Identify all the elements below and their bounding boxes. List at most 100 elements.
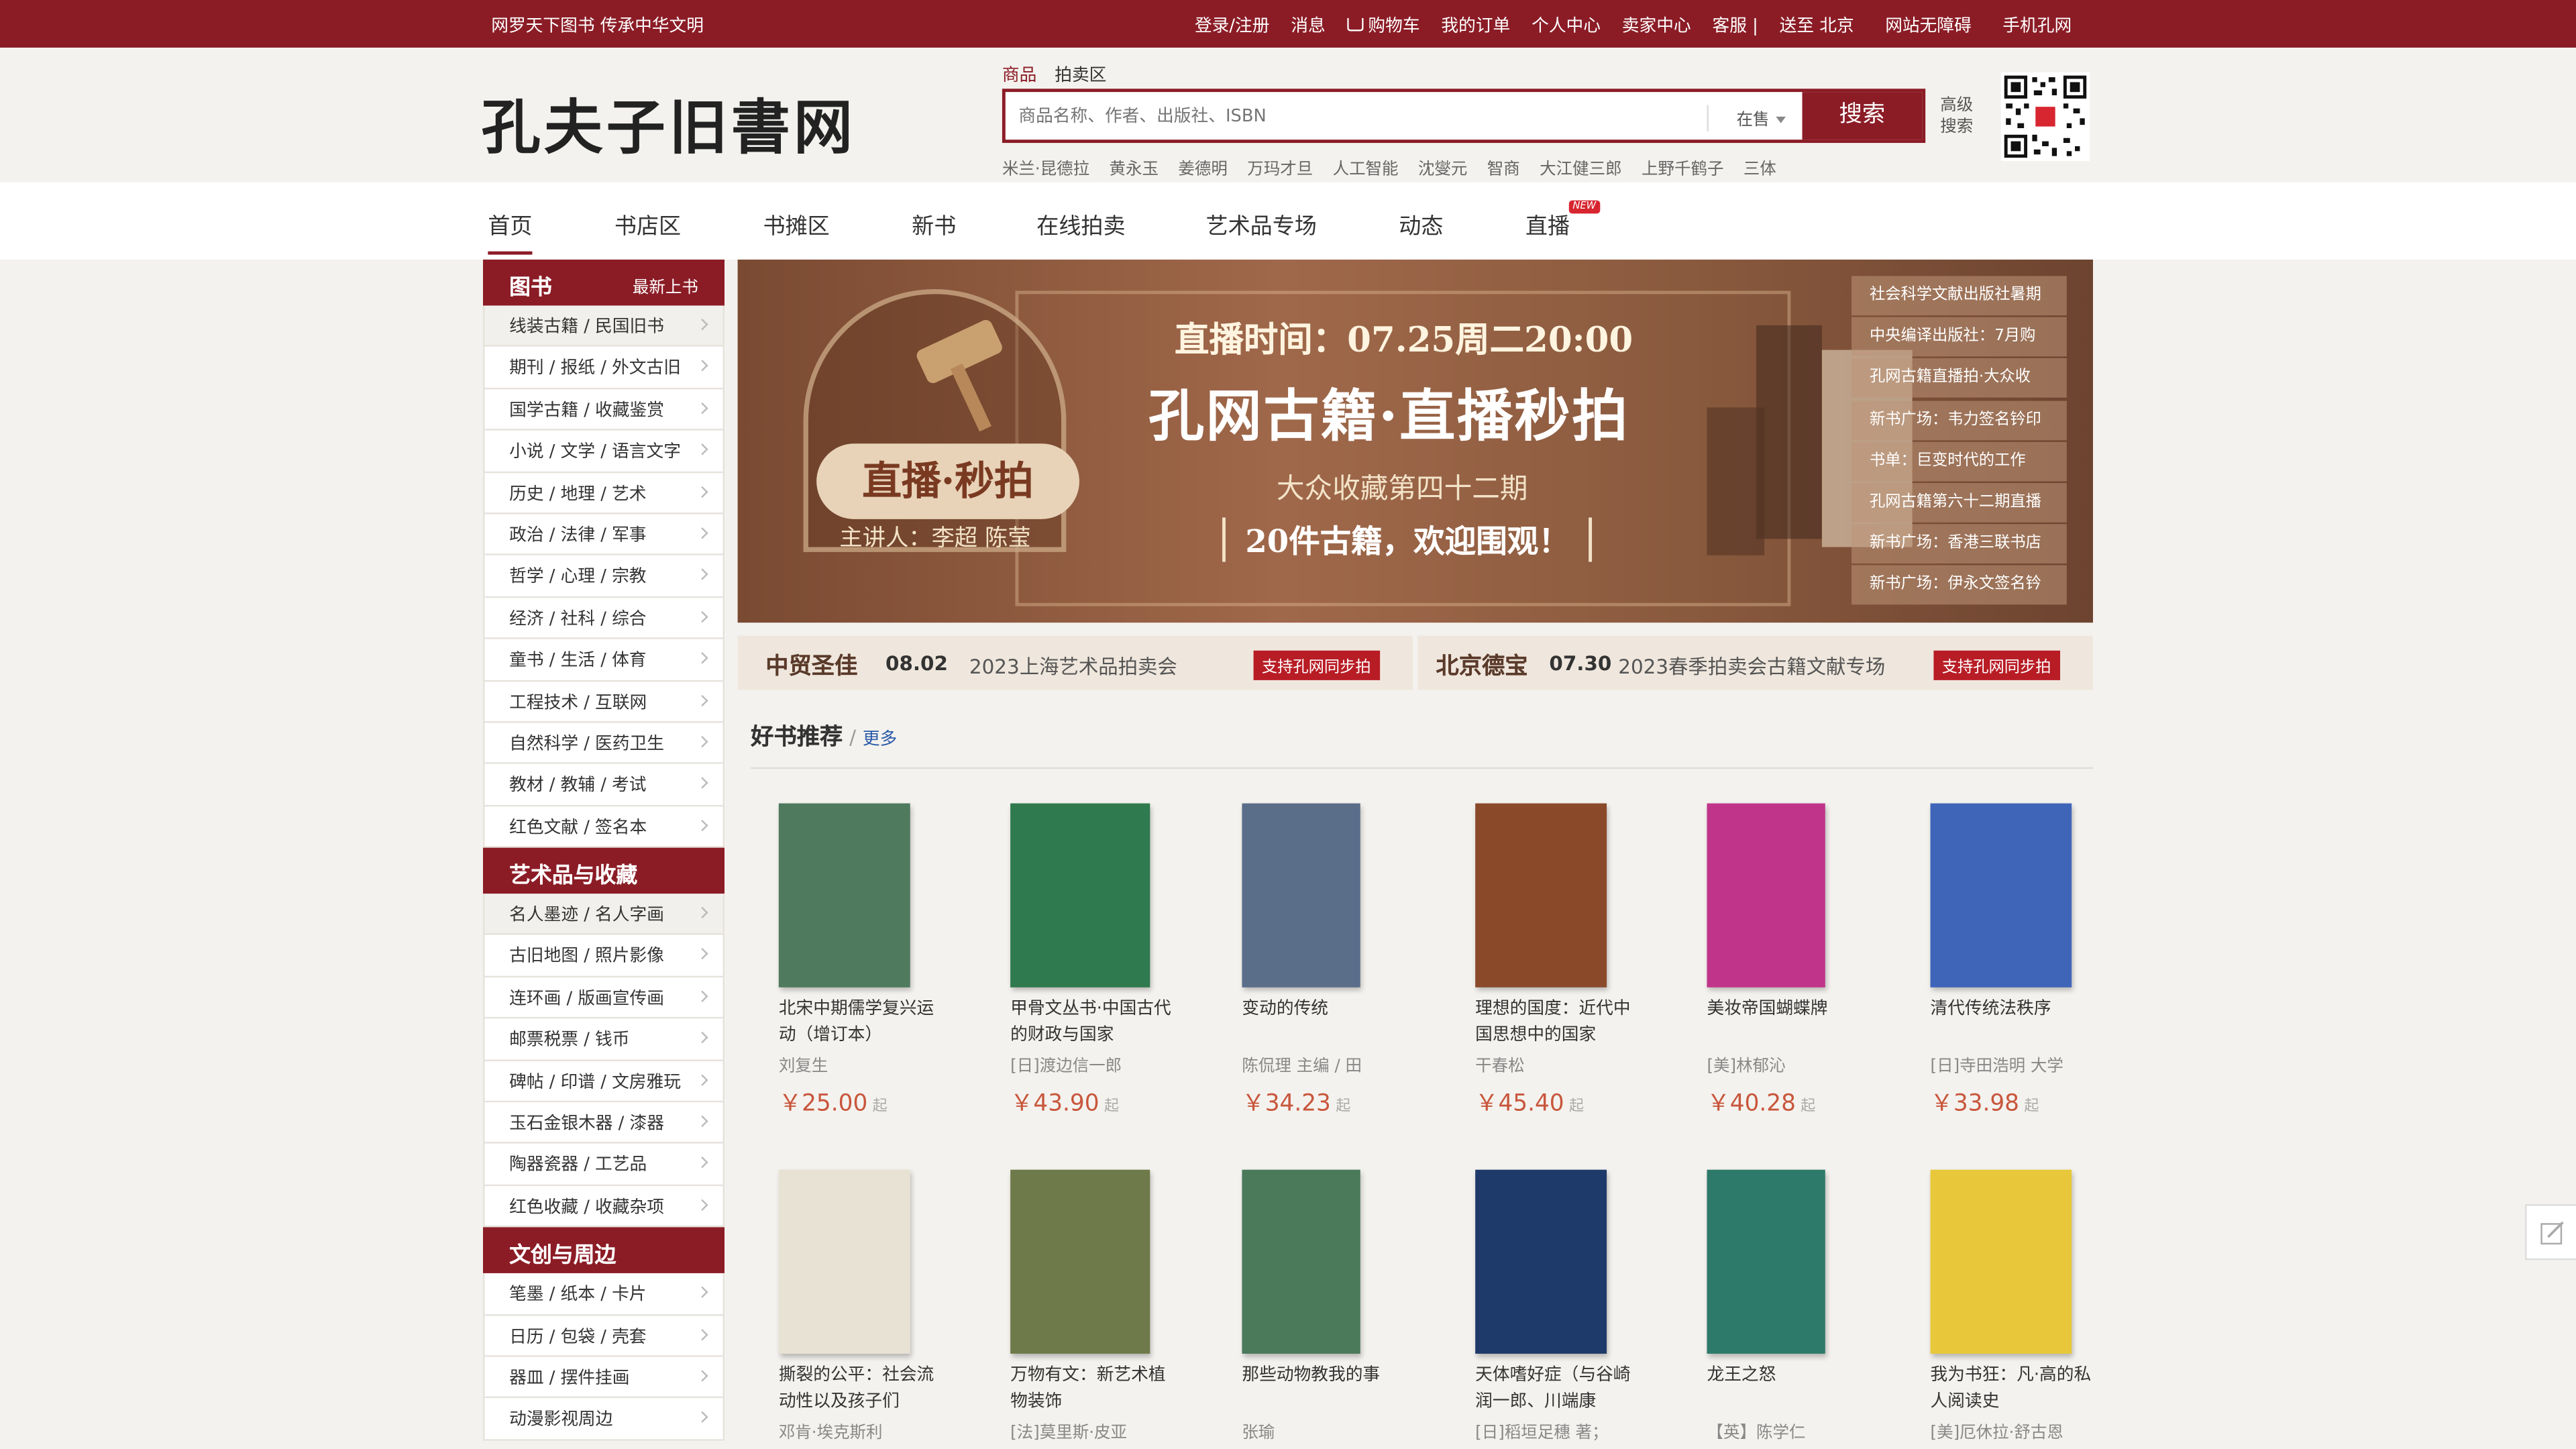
cart-link[interactable]: 购物车 [1346,13,1420,38]
book-title[interactable]: 理想的国度：近代中国思想中的国家 [1475,996,1640,1048]
orders-link[interactable]: 我的订单 [1441,13,1510,38]
banner-news-item[interactable]: 新书广场：香港三联书店 [1851,524,2067,564]
site-logo[interactable]: 孔夫子旧書网 [482,80,856,166]
messages-link[interactable]: 消息 [1291,13,1325,38]
book-title[interactable]: 我为书狂：凡·高的私人阅读史 [1931,1362,2095,1414]
hot-keyword[interactable]: 万玛才旦 [1247,154,1313,179]
nav-home[interactable]: 首页 [488,207,533,255]
banner-news-item[interactable]: 社会科学文献出版社暑期 [1851,276,2067,316]
sidebar-item[interactable]: 期刊 / 报纸 / 外文古旧 [483,347,725,389]
accessibility-link[interactable]: 网站无障碍 [1885,13,1972,38]
live-banner[interactable]: 直播·秒拍 主讲人：李超 陈莹 直播时间：07.25周二20:00 孔网古籍·直… [737,259,2094,623]
book-cover[interactable] [778,803,910,987]
banner-news-item[interactable]: 孔网古籍第六十二期直播 [1851,482,2067,523]
book-title[interactable]: 北宋中期儒学复兴运动（增订本） [779,996,943,1048]
sidebar-item[interactable]: 邮票税票 / 钱币 [483,1018,725,1061]
book-title[interactable]: 龙王之怒 [1707,1362,1871,1388]
sidebar-item[interactable]: 玉石金银木器 / 漆器 [483,1102,725,1144]
hot-keyword[interactable]: 姜德明 [1178,154,1227,179]
book-title[interactable]: 美妆帝国蝴蝶牌 [1707,996,1871,1022]
book-cover[interactable] [1010,803,1150,987]
book-title[interactable]: 清代传统法秩序 [1931,996,2095,1022]
deliver-to[interactable]: 送至 北京 [1780,13,1854,38]
sidebar-item[interactable]: 经济 / 社科 / 综合 [483,597,725,639]
sidebar-item[interactable]: 碑帖 / 印谱 / 文房雅玩 [483,1061,725,1103]
sidebar-item[interactable]: 陶器瓷器 / 工艺品 [483,1144,725,1186]
book-cover[interactable] [1475,803,1607,987]
book-title[interactable]: 那些动物教我的事 [1242,1362,1406,1388]
book-title[interactable]: 变动的传统 [1242,996,1406,1022]
sidebar-item[interactable]: 名人墨迹 / 名人字画 [483,894,725,936]
search-tab-auction[interactable]: 拍卖区 [1055,62,1106,87]
search-input[interactable] [1018,101,1701,131]
sidebar-item[interactable]: 历史 / 地理 / 艺术 [483,472,725,515]
book-title[interactable]: 撕裂的公平：社会流动性以及孩子们 [779,1362,943,1414]
nav-auction[interactable]: 在线拍卖 [1036,207,1125,255]
nav-news[interactable]: 动态 [1399,207,1443,255]
banner-news-item[interactable]: 中央编译出版社：7月购 [1851,317,2067,357]
sidebar-item[interactable]: 红色文献 / 签名本 [483,806,725,848]
hot-keyword[interactable]: 黄永玉 [1110,154,1159,179]
sidebar-item[interactable]: 工程技术 / 互联网 [483,681,725,723]
sidebar-item[interactable]: 笔墨 / 纸本 / 卡片 [483,1273,725,1316]
sidebar-section-header[interactable]: 艺术品与收藏 [483,847,725,894]
seller-center-link[interactable]: 卖家中心 [1622,13,1691,38]
hot-keyword[interactable]: 米兰·昆德拉 [1002,154,1089,179]
sidebar-item[interactable]: 动漫影视周边 [483,1399,725,1441]
book-cover[interactable] [1707,803,1825,987]
sidebar-item[interactable]: 小说 / 文学 / 语言文字 [483,431,725,473]
sidebar-item[interactable]: 红色收藏 / 收藏杂项 [483,1185,725,1228]
sidebar-item[interactable]: 国学古籍 / 收藏鉴赏 [483,388,725,431]
sidebar-section-header[interactable]: 文创与周边 [483,1227,725,1274]
banner-news-item[interactable]: 新书广场：伊永文签名钤 [1851,566,2067,605]
sidebar-item[interactable]: 教材 / 教辅 / 考试 [483,764,725,806]
banner-news-item[interactable]: 书单：巨变时代的工作 [1851,441,2067,481]
banner-news-item[interactable]: 孔网古籍直播拍·大众收 [1851,358,2067,398]
book-cover[interactable] [1930,1169,2072,1354]
sidebar-item[interactable]: 日历 / 包袋 / 壳套 [483,1315,725,1357]
hot-keyword[interactable]: 三体 [1743,154,1776,179]
more-link[interactable]: 更多 [863,729,897,749]
hot-keyword[interactable]: 上野千鹤子 [1642,154,1723,179]
hot-keyword[interactable]: 大江健三郎 [1540,154,1621,179]
book-title[interactable]: 甲骨文丛书·中国古代的财政与国家 [1010,996,1175,1048]
sidebar-item[interactable]: 童书 / 生活 / 体育 [483,639,725,682]
feedback-button[interactable] [2525,1204,2576,1260]
book-cover[interactable] [1707,1169,1825,1354]
sidebar-item[interactable]: 古旧地图 / 照片影像 [483,935,725,977]
nav-stalls[interactable]: 书摊区 [763,207,830,255]
mobile-link[interactable]: 手机孔网 [2002,13,2072,38]
search-tab-goods[interactable]: 商品 [1002,62,1036,87]
nav-live[interactable]: 直播 NEW [1525,200,1600,255]
hot-keyword[interactable]: 智商 [1487,154,1520,179]
book-cover[interactable] [1242,1169,1360,1354]
account-link[interactable]: 个人中心 [1532,13,1601,38]
nav-art[interactable]: 艺术品专场 [1206,207,1317,255]
book-title[interactable]: 万物有文：新艺术植物装饰 [1010,1362,1175,1414]
advanced-search-link[interactable]: 高级搜索 [1940,95,1980,138]
sidebar-item[interactable]: 政治 / 法律 / 军事 [483,514,725,556]
book-cover[interactable] [1930,803,2072,987]
sidebar-item[interactable]: 器皿 / 摆件挂画 [483,1356,725,1399]
sidebar-item[interactable]: 线装古籍 / 民国旧书 [483,305,725,347]
banner-news-item[interactable]: 新书广场：韦力签名钤印 [1851,400,2067,440]
sidebar-section-header[interactable]: 图书 最新上书 [483,259,725,306]
hot-keyword[interactable]: 人工智能 [1333,154,1399,179]
search-button[interactable]: 搜索 [1802,92,1923,140]
service-link[interactable]: 客服 | [1712,13,1758,38]
book-cover[interactable] [1010,1169,1150,1354]
auction-strip[interactable]: 北京德宝 07.30 2023春季拍卖会古籍文献专场 支持孔网同步拍 [1417,635,2094,690]
sidebar-item[interactable]: 自然科学 / 医药卫生 [483,722,725,765]
auction-strip[interactable]: 中贸圣佳 08.02 2023上海艺术品拍卖会 支持孔网同步拍 [737,635,1413,690]
latest-books-link[interactable]: 最新上书 [633,273,698,297]
book-title[interactable]: 天体嗜好症（与谷崎润一郎、川端康 [1475,1362,1640,1414]
nav-bookstores[interactable]: 书店区 [614,207,681,255]
hot-keyword[interactable]: 沈燮元 [1418,154,1467,179]
nav-new-books[interactable]: 新书 [912,207,956,255]
sidebar-item[interactable]: 连环画 / 版画宣传画 [483,977,725,1019]
book-cover[interactable] [1242,803,1360,987]
search-scope-select[interactable]: 在售 [1707,105,1805,131]
login-link[interactable]: 登录/注册 [1195,13,1270,38]
sidebar-item[interactable]: 哲学 / 心理 / 宗教 [483,555,725,598]
book-cover[interactable] [778,1169,910,1354]
